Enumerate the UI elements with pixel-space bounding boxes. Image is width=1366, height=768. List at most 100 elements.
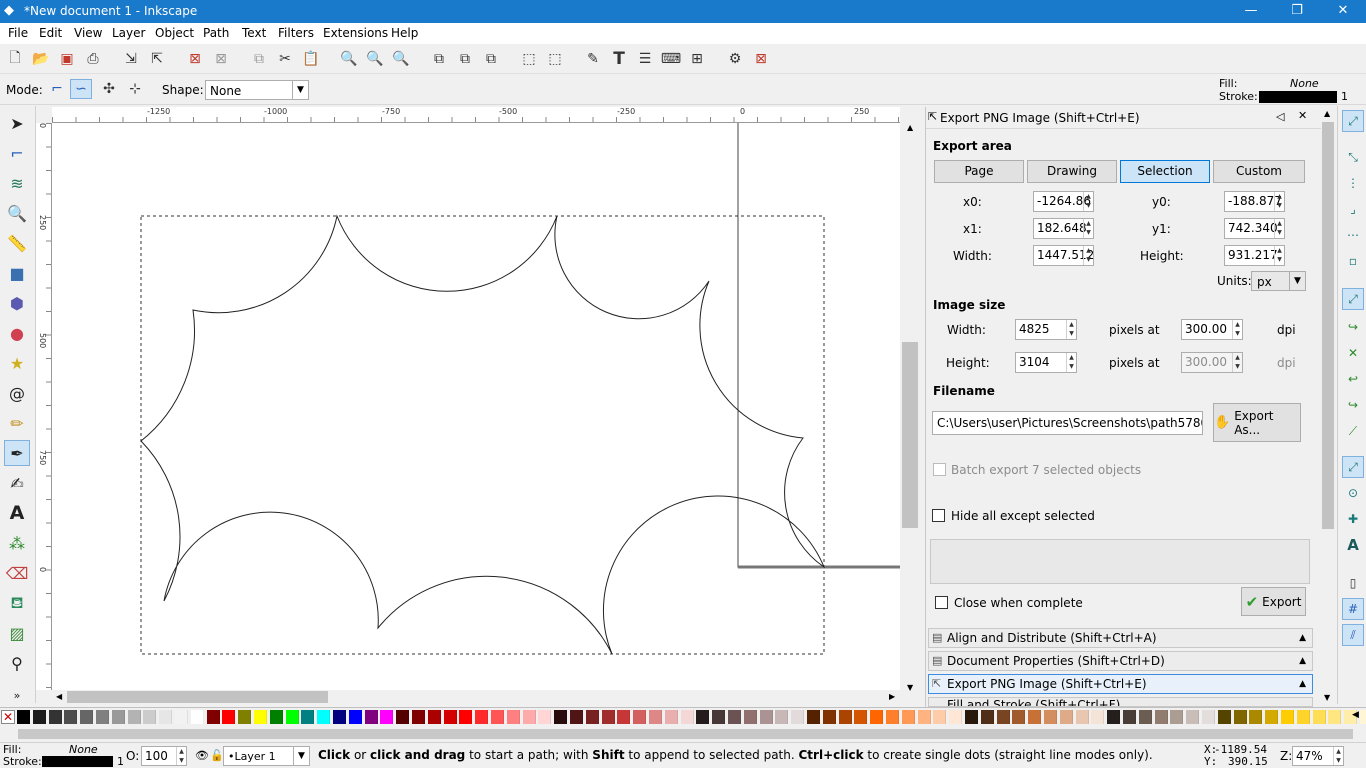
snap-guide-icon[interactable]: ⫽ (1342, 624, 1364, 646)
palette-swatch[interactable] (680, 710, 694, 724)
pen-tool-icon[interactable]: ✒ (4, 440, 30, 466)
palette-swatch[interactable] (664, 710, 678, 724)
palette-swatch[interactable] (64, 710, 78, 724)
snap-bbox-midpoint-icon[interactable]: ⋯ (1342, 224, 1364, 246)
snap-cusp-icon[interactable]: ↩ (1342, 368, 1364, 390)
palette-swatch[interactable] (143, 710, 157, 724)
menu-layer[interactable]: Layer (112, 26, 145, 40)
palette-swatch[interactable] (475, 710, 489, 724)
palette-swatch[interactable] (1091, 710, 1105, 724)
layer-visibility-icon[interactable]: 👁 (195, 749, 209, 762)
palette-swatch[interactable] (1202, 710, 1215, 724)
palette-swatch[interactable] (1107, 710, 1121, 724)
fill-value[interactable]: None (1290, 77, 1319, 90)
dpi-x-input[interactable]: 300.00 ▲ ▼ (1181, 319, 1243, 340)
duplicate-icon[interactable]: ⧉ (428, 49, 450, 69)
palette-swatch[interactable] (1281, 710, 1294, 724)
spiro-mode-icon[interactable]: ∽ (70, 79, 92, 99)
paint-bucket-tool-icon[interactable]: ⛾ (4, 590, 30, 616)
snap-path-icon[interactable]: ↪ (1342, 316, 1364, 338)
zoom-drawing-icon[interactable]: 🔍 (364, 49, 386, 69)
layer-dropdown[interactable]: •Layer 1 ▼ (223, 746, 310, 766)
palette-swatch[interactable] (901, 710, 915, 724)
palette-swatch[interactable] (506, 710, 520, 724)
img-width-input[interactable]: 4825 ▲ ▼ (1015, 319, 1077, 340)
unlink-clone-icon[interactable]: ⧉ (480, 49, 502, 69)
palette-scroll-thumb[interactable] (18, 729, 1353, 739)
palette-swatch[interactable] (159, 710, 173, 724)
snap-bbox-corner-icon[interactable]: ⌟ (1342, 198, 1364, 220)
export-button[interactable]: ✔ Export (1241, 587, 1306, 616)
palette-swatch[interactable] (886, 710, 899, 724)
calligraphy-tool-icon[interactable]: ✍ (4, 470, 30, 496)
palette-swatch[interactable] (127, 710, 141, 724)
palette-swatch[interactable] (190, 710, 204, 724)
palette-swatch[interactable] (48, 710, 62, 724)
group-icon[interactable]: ⬚ (518, 49, 540, 69)
layers-icon[interactable]: ☰ (634, 49, 656, 69)
palette-swatch[interactable] (1075, 710, 1089, 724)
spin-arrows-icon[interactable]: ▲ ▼ (1066, 353, 1076, 372)
text-tool-icon[interactable]: A (4, 500, 30, 526)
y1-input[interactable]: 742.340 ▲ ▼ (1224, 218, 1285, 239)
zoom-selection-icon[interactable]: 🔍 (338, 49, 360, 69)
close-dialog-icon[interactable]: ✕ (1298, 109, 1307, 122)
area-page-button[interactable]: Page (934, 160, 1024, 183)
palette-swatch[interactable] (996, 710, 1010, 724)
palette-swatch[interactable] (364, 710, 378, 724)
y0-input[interactable]: -188.877 ▲ ▼ (1224, 191, 1285, 212)
opacity-input[interactable]: 100 ▲ ▼ (141, 746, 187, 766)
palette-swatch[interactable] (617, 710, 631, 724)
palette-swatch[interactable] (1217, 710, 1231, 724)
bspline-mode-icon[interactable]: ✣ (98, 79, 120, 99)
snap-object-center-icon[interactable]: ⊙ (1342, 482, 1364, 504)
minimize-button[interactable]: — (1228, 0, 1274, 23)
snap-grid-icon[interactable]: # (1342, 598, 1364, 620)
snap-page-border-icon[interactable]: ▯ (1342, 572, 1364, 594)
area-width-input[interactable]: 1447.512 ▲ ▼ (1033, 245, 1094, 266)
measure-tool-icon[interactable]: 📏 (4, 230, 30, 256)
eraser-tool-icon[interactable]: ⌫ (4, 560, 30, 586)
palette-swatch[interactable] (854, 710, 868, 724)
spin-arrows-icon[interactable]: ▲ ▼ (1333, 747, 1343, 765)
palette-swatch[interactable] (759, 710, 773, 724)
palette-swatch[interactable] (870, 710, 884, 724)
palette-swatch[interactable] (585, 710, 599, 724)
palette-swatch[interactable] (301, 710, 315, 724)
spin-arrows-icon[interactable]: ▲ ▼ (1083, 246, 1093, 265)
palette-swatch[interactable] (965, 710, 978, 724)
palette-swatch[interactable] (175, 710, 188, 724)
new-document-icon[interactable]: 🗋 (4, 49, 26, 69)
palette-swatch[interactable] (1360, 710, 1366, 724)
menu-object[interactable]: Object (155, 26, 194, 40)
scroll-right-icon[interactable]: ▶ (889, 692, 895, 701)
palette-swatch[interactable] (1249, 710, 1263, 724)
palette-swatch[interactable] (1186, 710, 1200, 724)
close-window-button[interactable]: ✕ (1320, 0, 1366, 23)
align-distribute-dock[interactable]: ▤ Align and Distribute (Shift+Ctrl+A) ▲ (928, 628, 1313, 648)
spin-arrows-icon[interactable]: ▲ ▼ (1083, 219, 1093, 238)
snap-enable-icon[interactable]: ⤢ (1342, 110, 1364, 132)
palette-swatch[interactable] (728, 710, 741, 724)
palette-swatch[interactable] (538, 710, 552, 724)
star-tool-icon[interactable]: ★ (4, 350, 30, 376)
collapse-icon[interactable]: ▲ (1299, 652, 1306, 670)
gradient-tool-icon[interactable]: ▨ (4, 620, 30, 646)
zoom-page-icon[interactable]: 🔍 (390, 49, 412, 69)
zoom-tool-icon[interactable]: 🔍 (4, 200, 30, 226)
units-dropdown[interactable]: px ▼ (1251, 271, 1306, 291)
more-tools-icon[interactable]: » (4, 682, 30, 708)
snap-others-icon[interactable]: ⤢ (1342, 456, 1364, 478)
spin-arrows-icon[interactable]: ▲ ▼ (1274, 192, 1284, 211)
dock-icon[interactable]: ◁ (1276, 110, 1284, 123)
x1-input[interactable]: 182.648 ▲ ▼ (1033, 218, 1094, 239)
area-drawing-button[interactable]: Drawing (1027, 160, 1117, 183)
canvas-vertical-scrollbar[interactable]: ▲ ▼ (902, 107, 920, 704)
palette-swatch[interactable] (933, 710, 947, 724)
palette-swatch[interactable] (380, 710, 394, 724)
snap-nodes-icon[interactable]: ⤢ (1342, 288, 1364, 310)
preferences-icon[interactable]: ⚙ (724, 49, 746, 69)
palette-swatch[interactable] (1296, 710, 1310, 724)
hide-all-checkbox[interactable] (932, 509, 945, 522)
palette-swatch[interactable] (696, 710, 710, 724)
